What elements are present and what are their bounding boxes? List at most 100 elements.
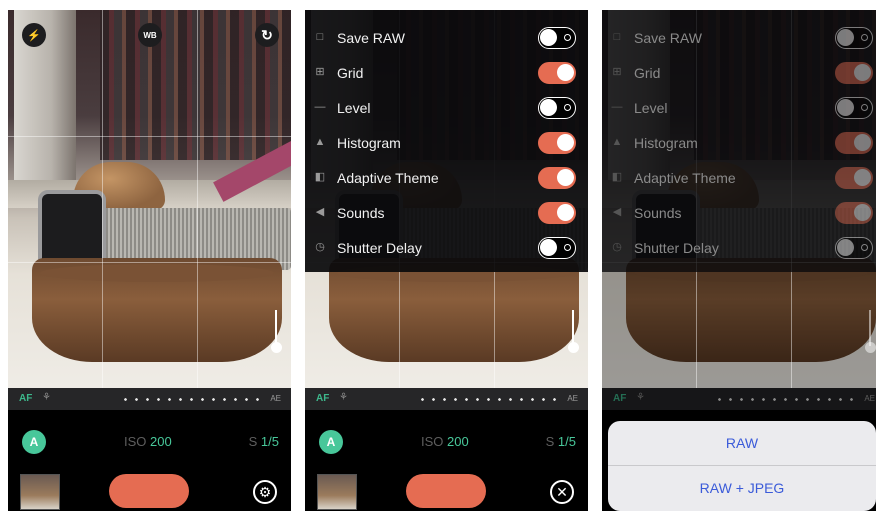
ae-label[interactable]: AE bbox=[270, 394, 281, 403]
toggle-off-indicator bbox=[564, 104, 571, 111]
toggle-switch[interactable] bbox=[538, 27, 576, 49]
shutter-button[interactable] bbox=[406, 474, 486, 508]
flip-camera-icon[interactable]: ↻ bbox=[255, 23, 279, 47]
grid-line bbox=[8, 262, 291, 263]
raw-icon: □ bbox=[613, 31, 621, 43]
flower-icon[interactable]: ⚘ bbox=[339, 392, 348, 403]
setting-row-level: — Level bbox=[305, 90, 588, 125]
flower-icon: ⚘ bbox=[636, 392, 645, 403]
setting-row-sounds: ◀ Sounds bbox=[305, 195, 588, 230]
setting-label: Sounds bbox=[337, 205, 385, 221]
camera-screen: ⚡ WB ↻ AF ⚘ AE A ISO 200 S 1/5 ⚙ bbox=[8, 10, 291, 511]
setting-row-sounds: ◀ Sounds bbox=[602, 195, 876, 230]
toggle-knob bbox=[540, 29, 557, 46]
timer-icon: ◷ bbox=[612, 241, 622, 253]
grid-line bbox=[197, 10, 198, 388]
setting-label: Level bbox=[337, 100, 371, 116]
setting-row-shutter-delay: ◷ Shutter Delay bbox=[602, 230, 876, 265]
close-icon[interactable]: ✕ bbox=[550, 480, 574, 504]
grid-line bbox=[8, 136, 291, 137]
settings-panel: □ Save RAW ⊞ Grid — Level ▲ Histogram ◧ Adaptive … bbox=[305, 10, 588, 272]
setting-label: Save RAW bbox=[634, 30, 702, 46]
exposure-slider-track[interactable] bbox=[275, 310, 277, 346]
toggle-switch[interactable] bbox=[538, 132, 576, 154]
toggle-switch bbox=[835, 167, 873, 189]
speaker-icon: ◀ bbox=[612, 206, 622, 218]
af-label[interactable]: AF bbox=[316, 393, 329, 404]
toggle-switch bbox=[835, 202, 873, 224]
toggle-switch[interactable] bbox=[538, 62, 576, 84]
setting-row-adaptive-theme: ◧ Adaptive Theme bbox=[305, 160, 588, 195]
last-photo-thumbnail[interactable] bbox=[317, 474, 357, 510]
toggle-knob bbox=[854, 134, 871, 151]
iso-readout[interactable]: ISO 200 bbox=[124, 434, 172, 449]
toggle-knob bbox=[540, 99, 557, 116]
toggle-knob bbox=[837, 99, 854, 116]
focus-scale[interactable] bbox=[417, 398, 557, 401]
toggle-switch bbox=[835, 237, 873, 259]
setting-row-grid: ⊞ Grid bbox=[305, 55, 588, 90]
toggle-knob bbox=[557, 204, 574, 221]
toggle-switch bbox=[835, 62, 873, 84]
toggle-knob bbox=[557, 169, 574, 186]
setting-label: Histogram bbox=[634, 135, 698, 151]
exposure-slider-track[interactable] bbox=[572, 310, 574, 346]
toggle-switch[interactable] bbox=[538, 97, 576, 119]
toggle-off-indicator bbox=[564, 244, 571, 251]
grid-icon: ⊞ bbox=[315, 66, 325, 78]
flash-icon[interactable]: ⚡ bbox=[22, 23, 46, 47]
settings-panel-dimmed: □ Save RAW ⊞ Grid — Level ▲ Histogram ◧ Adaptive … bbox=[602, 10, 876, 272]
grid-line bbox=[102, 10, 103, 388]
white-balance-icon[interactable]: WB bbox=[138, 23, 162, 47]
exposure-slider-knob[interactable] bbox=[271, 342, 282, 353]
toggle-knob bbox=[854, 64, 871, 81]
setting-row-adaptive-theme: ◧ Adaptive Theme bbox=[602, 160, 876, 195]
raw-jpeg-option-button[interactable]: RAW + JPEG bbox=[608, 466, 876, 510]
shutter-button[interactable] bbox=[109, 474, 189, 508]
toggle-knob bbox=[837, 29, 854, 46]
level-icon: — bbox=[314, 101, 326, 113]
af-label[interactable]: AF bbox=[19, 393, 32, 404]
setting-row-save-raw: □ Save RAW bbox=[602, 20, 876, 55]
setting-label: Adaptive Theme bbox=[634, 170, 736, 186]
toggle-off-indicator bbox=[564, 34, 571, 41]
toggle-switch[interactable] bbox=[538, 237, 576, 259]
toggle-switch[interactable] bbox=[538, 202, 576, 224]
af-label: AF bbox=[613, 393, 627, 404]
toggle-knob bbox=[854, 169, 871, 186]
toggle-off-indicator bbox=[861, 104, 868, 111]
toggle-knob bbox=[854, 204, 871, 221]
setting-label: Level bbox=[634, 100, 668, 116]
iso-readout[interactable]: ISO 200 bbox=[421, 434, 469, 449]
setting-row-grid: ⊞ Grid bbox=[602, 55, 876, 90]
setting-row-save-raw: □ Save RAW bbox=[305, 20, 588, 55]
setting-row-level: — Level bbox=[602, 90, 876, 125]
bottom-controls: A ISO 200 S 1/5 ✕ bbox=[305, 410, 588, 511]
auto-mode-button[interactable]: A bbox=[22, 430, 46, 454]
shutter-speed-readout[interactable]: S 1/5 bbox=[546, 434, 576, 449]
focus-strip[interactable]: AF ⚘ AE bbox=[8, 388, 291, 410]
exposure-slider-knob[interactable] bbox=[568, 342, 579, 353]
focus-scale[interactable] bbox=[120, 398, 260, 401]
focus-strip[interactable]: AF ⚘ AE bbox=[305, 388, 588, 410]
ae-label: AE bbox=[864, 394, 875, 403]
toggle-knob bbox=[557, 134, 574, 151]
bottom-controls: A ISO 200 S 1/5 ⚙ bbox=[8, 410, 291, 511]
setting-label: Save RAW bbox=[337, 30, 405, 46]
toggle-knob bbox=[540, 239, 557, 256]
ae-label[interactable]: AE bbox=[567, 394, 578, 403]
theme-icon: ◧ bbox=[611, 171, 623, 183]
viewfinder[interactable] bbox=[8, 10, 291, 388]
settings-screen: □ Save RAW ⊞ Grid — Level ▲ Histogram ◧ Adaptive … bbox=[305, 10, 588, 511]
settings-gear-icon[interactable]: ⚙ bbox=[253, 480, 277, 504]
auto-mode-button[interactable]: A bbox=[319, 430, 343, 454]
histogram-icon: ▲ bbox=[611, 136, 623, 148]
toggle-switch[interactable] bbox=[538, 167, 576, 189]
flower-icon[interactable]: ⚘ bbox=[42, 392, 51, 403]
toggle-off-indicator bbox=[861, 244, 868, 251]
histogram-icon: ▲ bbox=[314, 136, 326, 148]
setting-row-shutter-delay: ◷ Shutter Delay bbox=[305, 230, 588, 265]
raw-option-button[interactable]: RAW bbox=[608, 421, 876, 465]
last-photo-thumbnail[interactable] bbox=[20, 474, 60, 510]
shutter-speed-readout[interactable]: S 1/5 bbox=[249, 434, 279, 449]
